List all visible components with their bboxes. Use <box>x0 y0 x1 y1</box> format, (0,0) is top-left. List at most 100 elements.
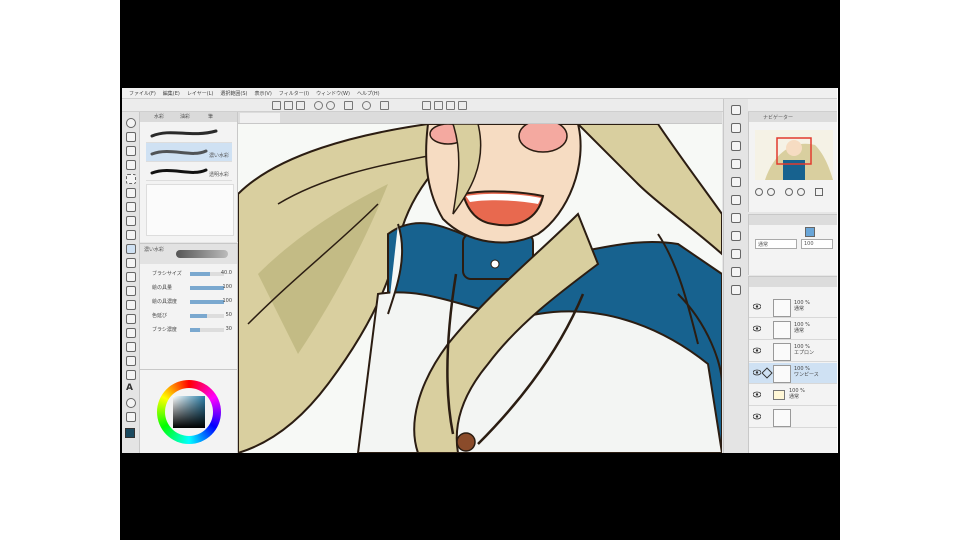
property-slider[interactable] <box>190 272 224 276</box>
eye-icon[interactable] <box>753 303 761 310</box>
rotate-left-icon[interactable] <box>785 188 793 196</box>
brush-tool-icon[interactable] <box>126 244 136 254</box>
dock-icon[interactable] <box>731 177 741 187</box>
ruler-icon[interactable] <box>422 101 431 110</box>
clear-icon[interactable] <box>344 101 353 110</box>
snap-grid-icon[interactable] <box>458 101 467 110</box>
canvas-tab[interactable] <box>240 113 280 123</box>
airbrush-tool-icon[interactable] <box>126 258 136 268</box>
tab-watercolor[interactable]: 水彩 <box>154 113 164 121</box>
open-file-icon[interactable] <box>284 101 293 110</box>
fill-tool-icon[interactable] <box>126 314 136 324</box>
property-slider[interactable] <box>190 328 224 332</box>
property-slider[interactable] <box>190 314 224 318</box>
color-wheel[interactable] <box>157 380 221 444</box>
correct-line-tool-icon[interactable] <box>126 412 136 422</box>
rotate-right-icon[interactable] <box>797 188 805 196</box>
selection-tool-icon[interactable] <box>126 174 136 184</box>
dock-icon[interactable] <box>731 213 741 223</box>
blend-tool-icon[interactable] <box>126 300 136 310</box>
property-row[interactable]: 色延び 50 <box>152 312 232 321</box>
property-row[interactable]: 絵の具量 100 <box>152 284 232 293</box>
gradient-tool-icon[interactable] <box>126 328 136 338</box>
property-row[interactable]: ブラシ濃度 30 <box>152 326 232 335</box>
eye-icon[interactable] <box>753 413 761 420</box>
snap-icon[interactable] <box>434 101 443 110</box>
pencil-tool-icon[interactable] <box>126 230 136 240</box>
property-row[interactable]: ブラシサイズ 40.0 <box>152 270 232 279</box>
dock-icon[interactable] <box>731 249 741 259</box>
tab-brush[interactable]: 筆 <box>208 113 213 121</box>
property-slider[interactable] <box>190 300 224 304</box>
layer-row[interactable]: 100 % 通常 <box>749 319 837 340</box>
blend-mode-select[interactable]: 通常 <box>755 239 797 249</box>
letterbox-right <box>838 67 840 472</box>
dock-icon[interactable] <box>731 159 741 169</box>
saturation-value-square[interactable] <box>173 396 205 428</box>
text-tool-icon[interactable]: A <box>126 384 134 393</box>
snap-ruler-icon[interactable] <box>446 101 455 110</box>
property-row[interactable]: 絵の具濃度 100 <box>152 298 232 307</box>
layer-row[interactable]: 100 % 通常 <box>749 297 837 318</box>
layer-row[interactable]: 100 % 通常 <box>749 385 837 406</box>
menu-window[interactable]: ウィンドウ(W) <box>316 90 350 97</box>
undo-icon[interactable] <box>314 101 323 110</box>
pen-tool-icon[interactable] <box>126 216 136 226</box>
dock-icon[interactable] <box>731 105 741 115</box>
layer-opacity-field[interactable]: 100 <box>801 239 833 249</box>
layer-row[interactable] <box>749 407 837 428</box>
new-file-icon[interactable] <box>272 101 281 110</box>
hand-tool-icon[interactable] <box>126 132 136 142</box>
save-icon[interactable] <box>296 101 305 110</box>
figure-tool-icon[interactable] <box>126 342 136 352</box>
menu-selection[interactable]: 選択範囲(S) <box>220 90 247 97</box>
dock-icon[interactable] <box>731 123 741 133</box>
flip-icon[interactable] <box>815 188 823 196</box>
auto-select-tool-icon[interactable] <box>126 188 136 198</box>
eye-icon[interactable] <box>753 325 761 332</box>
settings-gear-icon[interactable] <box>362 101 371 110</box>
decoration-tool-icon[interactable] <box>126 272 136 282</box>
layer-row[interactable]: 100 % エプロン <box>749 341 837 362</box>
property-slider[interactable] <box>190 286 224 290</box>
move-layer-tool-icon[interactable] <box>126 160 136 170</box>
brush-item[interactable] <box>146 124 232 143</box>
eraser-tool-icon[interactable] <box>126 286 136 296</box>
transform-icon[interactable] <box>380 101 389 110</box>
layer-name: ワンピース <box>794 372 819 378</box>
tab-oil[interactable]: 油彩 <box>180 113 190 121</box>
balloon-tool-icon[interactable] <box>126 398 136 408</box>
eye-icon[interactable] <box>753 369 761 376</box>
zoom-in-icon[interactable] <box>767 188 775 196</box>
redo-icon[interactable] <box>326 101 335 110</box>
zoom-tool-icon[interactable] <box>126 118 136 128</box>
dock-icon[interactable] <box>731 285 741 295</box>
layer-panel: 100 % 通常 100 % 通常 100 % エプロン 100 % ワンピース 100… <box>748 276 837 453</box>
drawing-canvas[interactable] <box>238 124 722 453</box>
brush-item-selected[interactable]: 濃い水彩 <box>146 143 232 162</box>
frame-tool-icon[interactable] <box>126 356 136 366</box>
dock-icon[interactable] <box>731 231 741 241</box>
brush-item[interactable]: 透明水彩 <box>146 162 232 181</box>
property-slider-fill <box>190 286 224 290</box>
layer-color-swatch[interactable] <box>805 227 815 237</box>
navigator-title: ナビゲーター <box>763 115 794 121</box>
menu-help[interactable]: ヘルプ(H) <box>357 90 380 97</box>
operation-tool-icon[interactable] <box>126 146 136 156</box>
dock-icon[interactable] <box>731 195 741 205</box>
menu-file[interactable]: ファイル(F) <box>129 90 156 97</box>
ruler-tool-icon[interactable] <box>126 370 136 380</box>
zoom-out-icon[interactable] <box>755 188 763 196</box>
layer-row-selected[interactable]: 100 % ワンピース <box>749 363 837 384</box>
menu-view[interactable]: 表示(V) <box>254 90 271 97</box>
eye-icon[interactable] <box>753 347 761 354</box>
eye-icon[interactable] <box>753 391 761 398</box>
dock-icon[interactable] <box>731 141 741 151</box>
main-color-swatch[interactable] <box>125 428 135 438</box>
menu-filter[interactable]: フィルター(I) <box>279 90 309 97</box>
menu-layer[interactable]: レイヤー(L) <box>187 90 214 97</box>
navigator-thumbnail[interactable] <box>755 130 833 180</box>
eyedropper-tool-icon[interactable] <box>126 202 136 212</box>
menu-edit[interactable]: 編集(E) <box>163 90 180 97</box>
dock-icon[interactable] <box>731 267 741 277</box>
